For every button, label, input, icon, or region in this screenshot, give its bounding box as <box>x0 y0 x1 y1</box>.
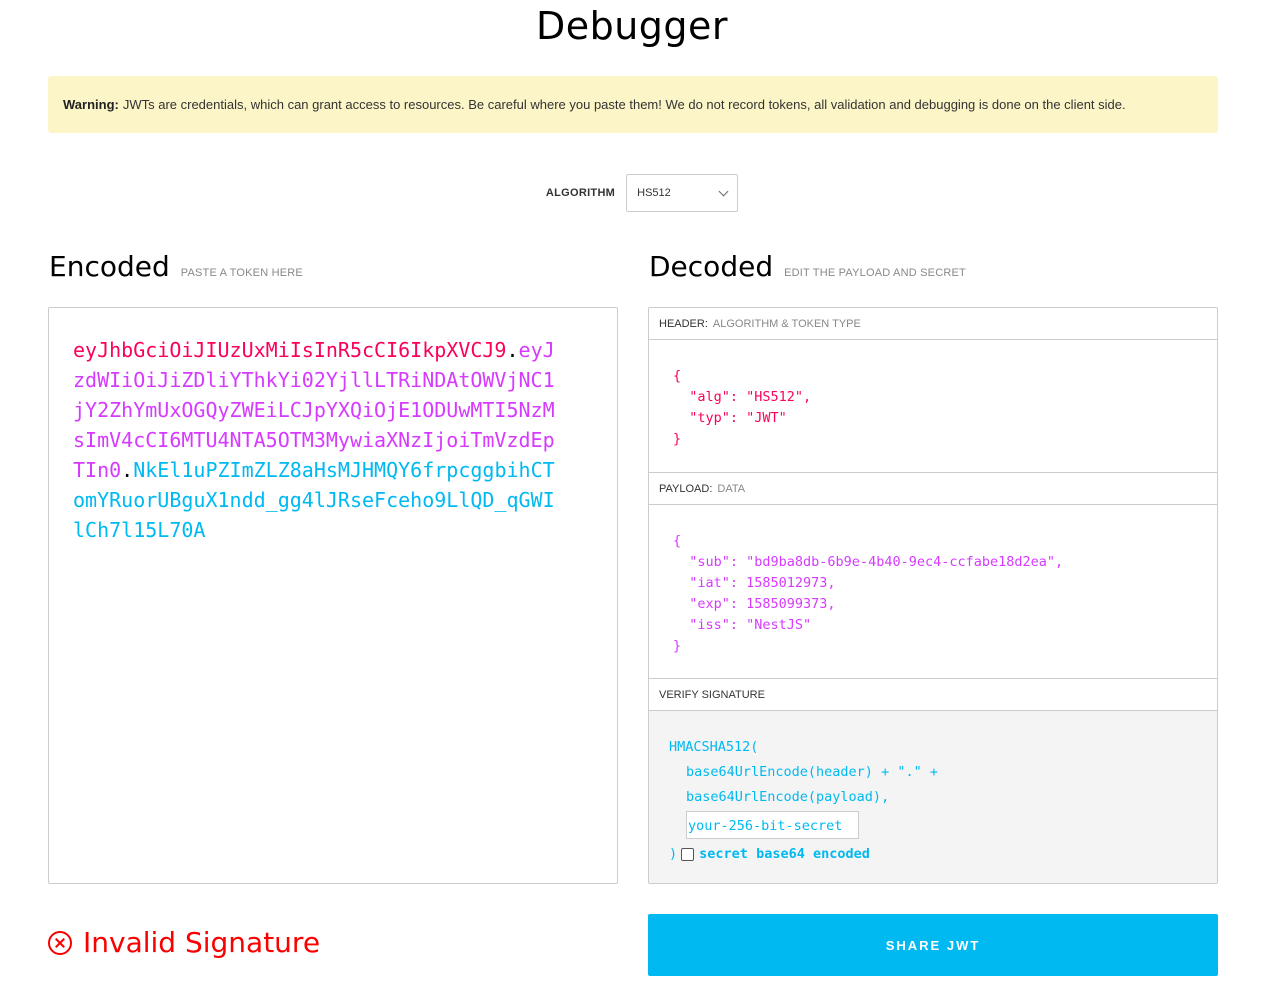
token-text: eyJhbGciOiJIUzUxMiIsInR5cCI6IkpXVCJ9.eyJ… <box>73 335 557 545</box>
payload-section-label: PAYLOAD: <box>659 482 713 495</box>
signature-status-text: Invalid Signature <box>83 926 321 959</box>
algorithm-label: ALGORITHM <box>545 187 616 199</box>
json-line: "iss": "NestJS" <box>673 617 812 633</box>
header-json-editor[interactable]: { "alg": "HS512", "typ": "JWT" } <box>649 340 1217 473</box>
signature-body: HMACSHA512( base64UrlEncode(header) + ".… <box>649 711 1217 883</box>
payload-section-sub: DATA <box>717 482 746 495</box>
header-section-title: HEADER: ALGORITHM & TOKEN TYPE <box>649 308 1217 340</box>
json-line: "iat": 1585012973, <box>673 575 836 591</box>
warning-label: Warning: <box>63 97 119 112</box>
checkbox-label-secret: secret <box>699 846 748 862</box>
signature-line-header: base64UrlEncode(header) + "." + <box>686 764 938 780</box>
decoded-heading: Decoded EDIT THE PAYLOAD AND SECRET <box>649 250 966 283</box>
algorithm-selected-value: HS512 <box>637 187 671 199</box>
error-circle-x-icon <box>48 930 72 955</box>
share-jwt-button[interactable]: SHARE JWT <box>648 914 1218 976</box>
json-line: "exp": 1585099373, <box>673 596 836 612</box>
token-header-part: eyJhbGciOiJIUzUxMiIsInR5cCI6IkpXVCJ9 <box>73 338 507 362</box>
signature-close-paren: ) <box>669 846 678 862</box>
json-line: "typ": "JWT" <box>673 410 787 426</box>
json-line: } <box>673 431 682 447</box>
encoded-title: Encoded <box>49 250 170 283</box>
json-line: "alg": "HS512", <box>673 389 812 405</box>
base64-encoded-checkbox[interactable] <box>681 848 695 861</box>
checkbox-label-base64: base64 <box>756 846 805 862</box>
decoded-hint: EDIT THE PAYLOAD AND SECRET <box>784 267 966 279</box>
token-dot: . <box>506 338 519 362</box>
json-line: { <box>673 533 682 549</box>
signature-status: Invalid Signature <box>48 926 320 959</box>
checkbox-label-encoded: encoded <box>812 846 870 862</box>
signature-close-row: ) secret base64 encoded <box>669 842 1197 867</box>
json-line: } <box>673 638 682 654</box>
signature-line-payload: base64UrlEncode(payload), <box>686 789 890 805</box>
warning-text: JWTs are credentials, which can grant ac… <box>122 97 1126 112</box>
header-section-label: HEADER: <box>659 317 708 330</box>
algorithm-select[interactable]: HS512 <box>626 174 739 212</box>
json-line: "sub": "bd9ba8db-6b9e-4b40-9ec4-ccfabe18… <box>673 554 1064 570</box>
token-dot: . <box>121 458 134 482</box>
payload-section-title: PAYLOAD: DATA <box>649 473 1217 505</box>
signature-section-title: VERIFY SIGNATURE <box>649 679 1217 711</box>
encoded-heading: Encoded PASTE A TOKEN HERE <box>49 250 303 283</box>
encoded-hint: PASTE A TOKEN HERE <box>180 267 303 279</box>
header-section-sub: ALGORITHM & TOKEN TYPE <box>712 317 861 330</box>
decoded-title: Decoded <box>649 250 774 283</box>
json-line: { <box>673 368 682 384</box>
encoded-token-editor[interactable]: eyJhbGciOiJIUzUxMiIsInR5cCI6IkpXVCJ9.eyJ… <box>48 307 618 884</box>
decoded-panel: HEADER: ALGORITHM & TOKEN TYPE { "alg": … <box>648 307 1218 884</box>
signature-section-label: VERIFY SIGNATURE <box>659 688 765 701</box>
secret-input[interactable]: your-256-bit-secret <box>686 811 859 839</box>
chevron-down-icon <box>718 186 729 196</box>
signature-fn-open: HMACSHA512( <box>669 739 759 755</box>
page-title: Debugger <box>535 4 729 48</box>
payload-json-editor[interactable]: { "sub": "bd9ba8db-6b9e-4b40-9ec4-ccfabe… <box>649 505 1217 679</box>
algorithm-row: ALGORITHM HS512 <box>0 174 1264 212</box>
warning-banner: Warning: JWTs are credentials, which can… <box>48 76 1218 133</box>
token-signature-part: NkEl1uPZImZLZ8aHsMJHMQY6frpcggbihCTomYRu… <box>73 458 555 542</box>
